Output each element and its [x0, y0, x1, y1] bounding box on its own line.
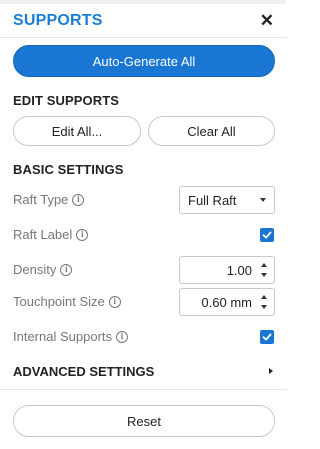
- touchpoint-size-label: Touchpoint Size: [13, 294, 105, 309]
- density-stepper[interactable]: 1.00: [179, 256, 275, 284]
- basic-settings-heading: BASIC SETTINGS: [13, 162, 124, 177]
- raft-type-label: Raft Type: [13, 192, 69, 207]
- checkmark-icon: [262, 231, 272, 239]
- raft-label-label: Raft Label: [13, 227, 73, 242]
- raft-type-row: Raft Type i: [13, 192, 85, 207]
- info-icon[interactable]: i: [116, 330, 129, 343]
- density-row: Density i: [13, 262, 73, 277]
- divider: [0, 389, 286, 390]
- info-icon[interactable]: i: [72, 193, 85, 206]
- auto-generate-all-button[interactable]: Auto-Generate All: [13, 45, 275, 77]
- internal-supports-checkbox[interactable]: [260, 330, 274, 344]
- density-label: Density: [13, 262, 57, 277]
- increment-arrow-icon[interactable]: [261, 263, 267, 267]
- stepper-arrows: [260, 294, 268, 312]
- panel-header: SUPPORTS ✕: [0, 4, 286, 38]
- chevron-down-icon: [260, 198, 266, 202]
- stepper-arrows: [260, 262, 268, 280]
- advanced-settings-label: ADVANCED SETTINGS: [13, 363, 155, 379]
- raft-label-row: Raft Label i: [13, 227, 89, 242]
- decrement-arrow-icon[interactable]: [261, 273, 267, 277]
- info-icon[interactable]: i: [108, 295, 121, 308]
- raft-label-checkbox[interactable]: [260, 228, 274, 242]
- edit-all-button[interactable]: Edit All...: [13, 116, 141, 146]
- close-icon[interactable]: ✕: [260, 12, 274, 29]
- decrement-arrow-icon[interactable]: [261, 305, 267, 309]
- raft-type-value: Full Raft: [188, 192, 237, 208]
- checkmark-icon: [262, 333, 272, 341]
- reset-button[interactable]: Reset: [13, 405, 275, 437]
- internal-supports-label: Internal Supports: [13, 329, 113, 344]
- advanced-settings-toggle[interactable]: ADVANCED SETTINGS: [0, 356, 286, 386]
- edit-supports-heading: EDIT SUPPORTS: [13, 93, 120, 108]
- chevron-right-icon: [269, 368, 273, 374]
- touchpoint-size-row: Touchpoint Size i: [13, 294, 121, 309]
- panel-title: SUPPORTS: [13, 11, 103, 29]
- raft-type-select[interactable]: Full Raft: [179, 186, 275, 214]
- clear-all-button[interactable]: Clear All: [148, 116, 275, 146]
- info-icon[interactable]: i: [76, 228, 89, 241]
- touchpoint-size-stepper[interactable]: 0.60 mm: [179, 288, 275, 316]
- increment-arrow-icon[interactable]: [261, 295, 267, 299]
- internal-supports-row: Internal Supports i: [13, 329, 129, 344]
- info-icon[interactable]: i: [60, 263, 73, 276]
